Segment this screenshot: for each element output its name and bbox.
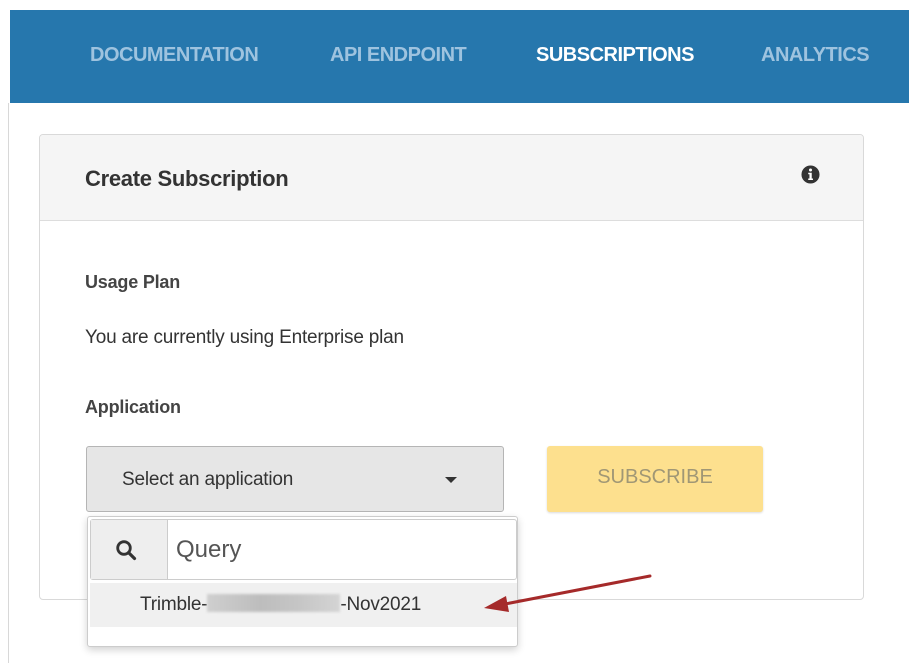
search-icon <box>116 540 137 561</box>
application-dropdown: Trimble- -Nov2021 <box>87 516 518 647</box>
nav-api-endpoint[interactable]: API ENDPOINT <box>330 44 467 67</box>
search-box <box>90 519 517 580</box>
red-arrow-annotation <box>484 574 652 612</box>
redacted-text <box>207 594 341 612</box>
option-prefix: Trimble- <box>140 594 208 615</box>
caret-down-icon <box>445 477 457 483</box>
search-input[interactable] <box>176 530 506 570</box>
nav-documentation[interactable]: DOCUMENTATION <box>90 44 259 67</box>
panel-title: Create Subscription <box>85 166 289 191</box>
page: DOCUMENTATION API ENDPOINT SUBSCRIPTIONS… <box>0 0 909 663</box>
subscribe-button[interactable]: SUBSCRIBE <box>547 446 763 512</box>
application-select-label: Select an application <box>122 469 294 490</box>
subscribe-button-label: SUBSCRIBE <box>597 466 713 488</box>
option-label: Trimble- -Nov2021 <box>140 594 421 616</box>
panel-header: Create Subscription <box>40 135 863 221</box>
application-select[interactable]: Select an application <box>86 446 504 512</box>
dropdown-option[interactable]: Trimble- -Nov2021 <box>90 583 517 627</box>
usage-plan-label: Usage Plan <box>85 272 181 292</box>
search-addon <box>91 520 168 579</box>
application-label: Application <box>85 397 181 417</box>
info-circle-icon[interactable] <box>801 165 820 184</box>
usage-plan-text: You are currently using Enterprise plan <box>85 327 404 348</box>
nav-subscriptions[interactable]: SUBSCRIPTIONS <box>536 44 694 67</box>
page-edge <box>8 103 9 663</box>
option-suffix: -Nov2021 <box>340 594 422 615</box>
top-nav: DOCUMENTATION API ENDPOINT SUBSCRIPTIONS… <box>10 10 909 103</box>
nav-analytics[interactable]: ANALYTICS <box>761 44 870 67</box>
